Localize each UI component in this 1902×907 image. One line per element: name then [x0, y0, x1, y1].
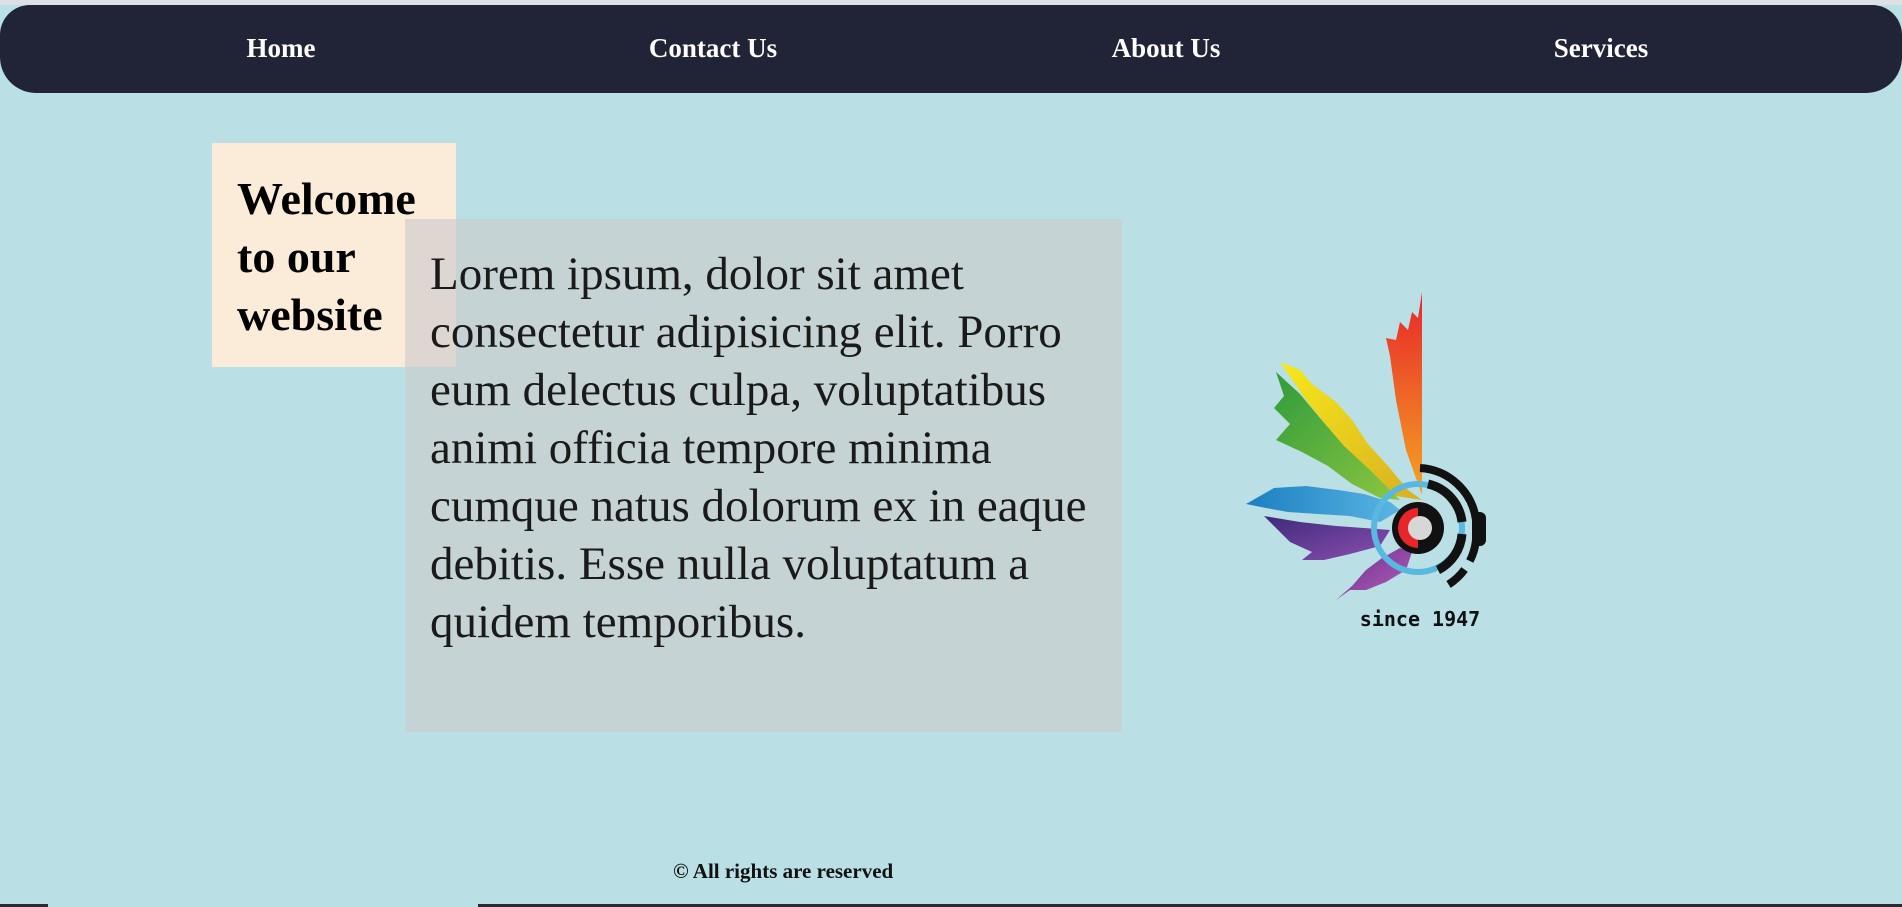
nav-link-contact-us[interactable]: Contact Us	[649, 33, 777, 64]
nav-link-about-us[interactable]: About Us	[1112, 33, 1221, 64]
intro-text-box: Lorem ipsum, dolor sit amet consectetur …	[405, 219, 1122, 732]
logo-caption: since 1947	[1360, 607, 1480, 631]
footer-copyright: © All rights are reserved	[673, 859, 894, 883]
navbar: Home Contact Us About Us Services	[0, 5, 1902, 93]
brand-logo-icon: since 1947	[1246, 292, 1486, 631]
intro-paragraph: Lorem ipsum, dolor sit amet consectetur …	[430, 248, 1087, 648]
nav-link-services[interactable]: Services	[1554, 33, 1648, 64]
nav-link-home[interactable]: Home	[247, 33, 316, 64]
